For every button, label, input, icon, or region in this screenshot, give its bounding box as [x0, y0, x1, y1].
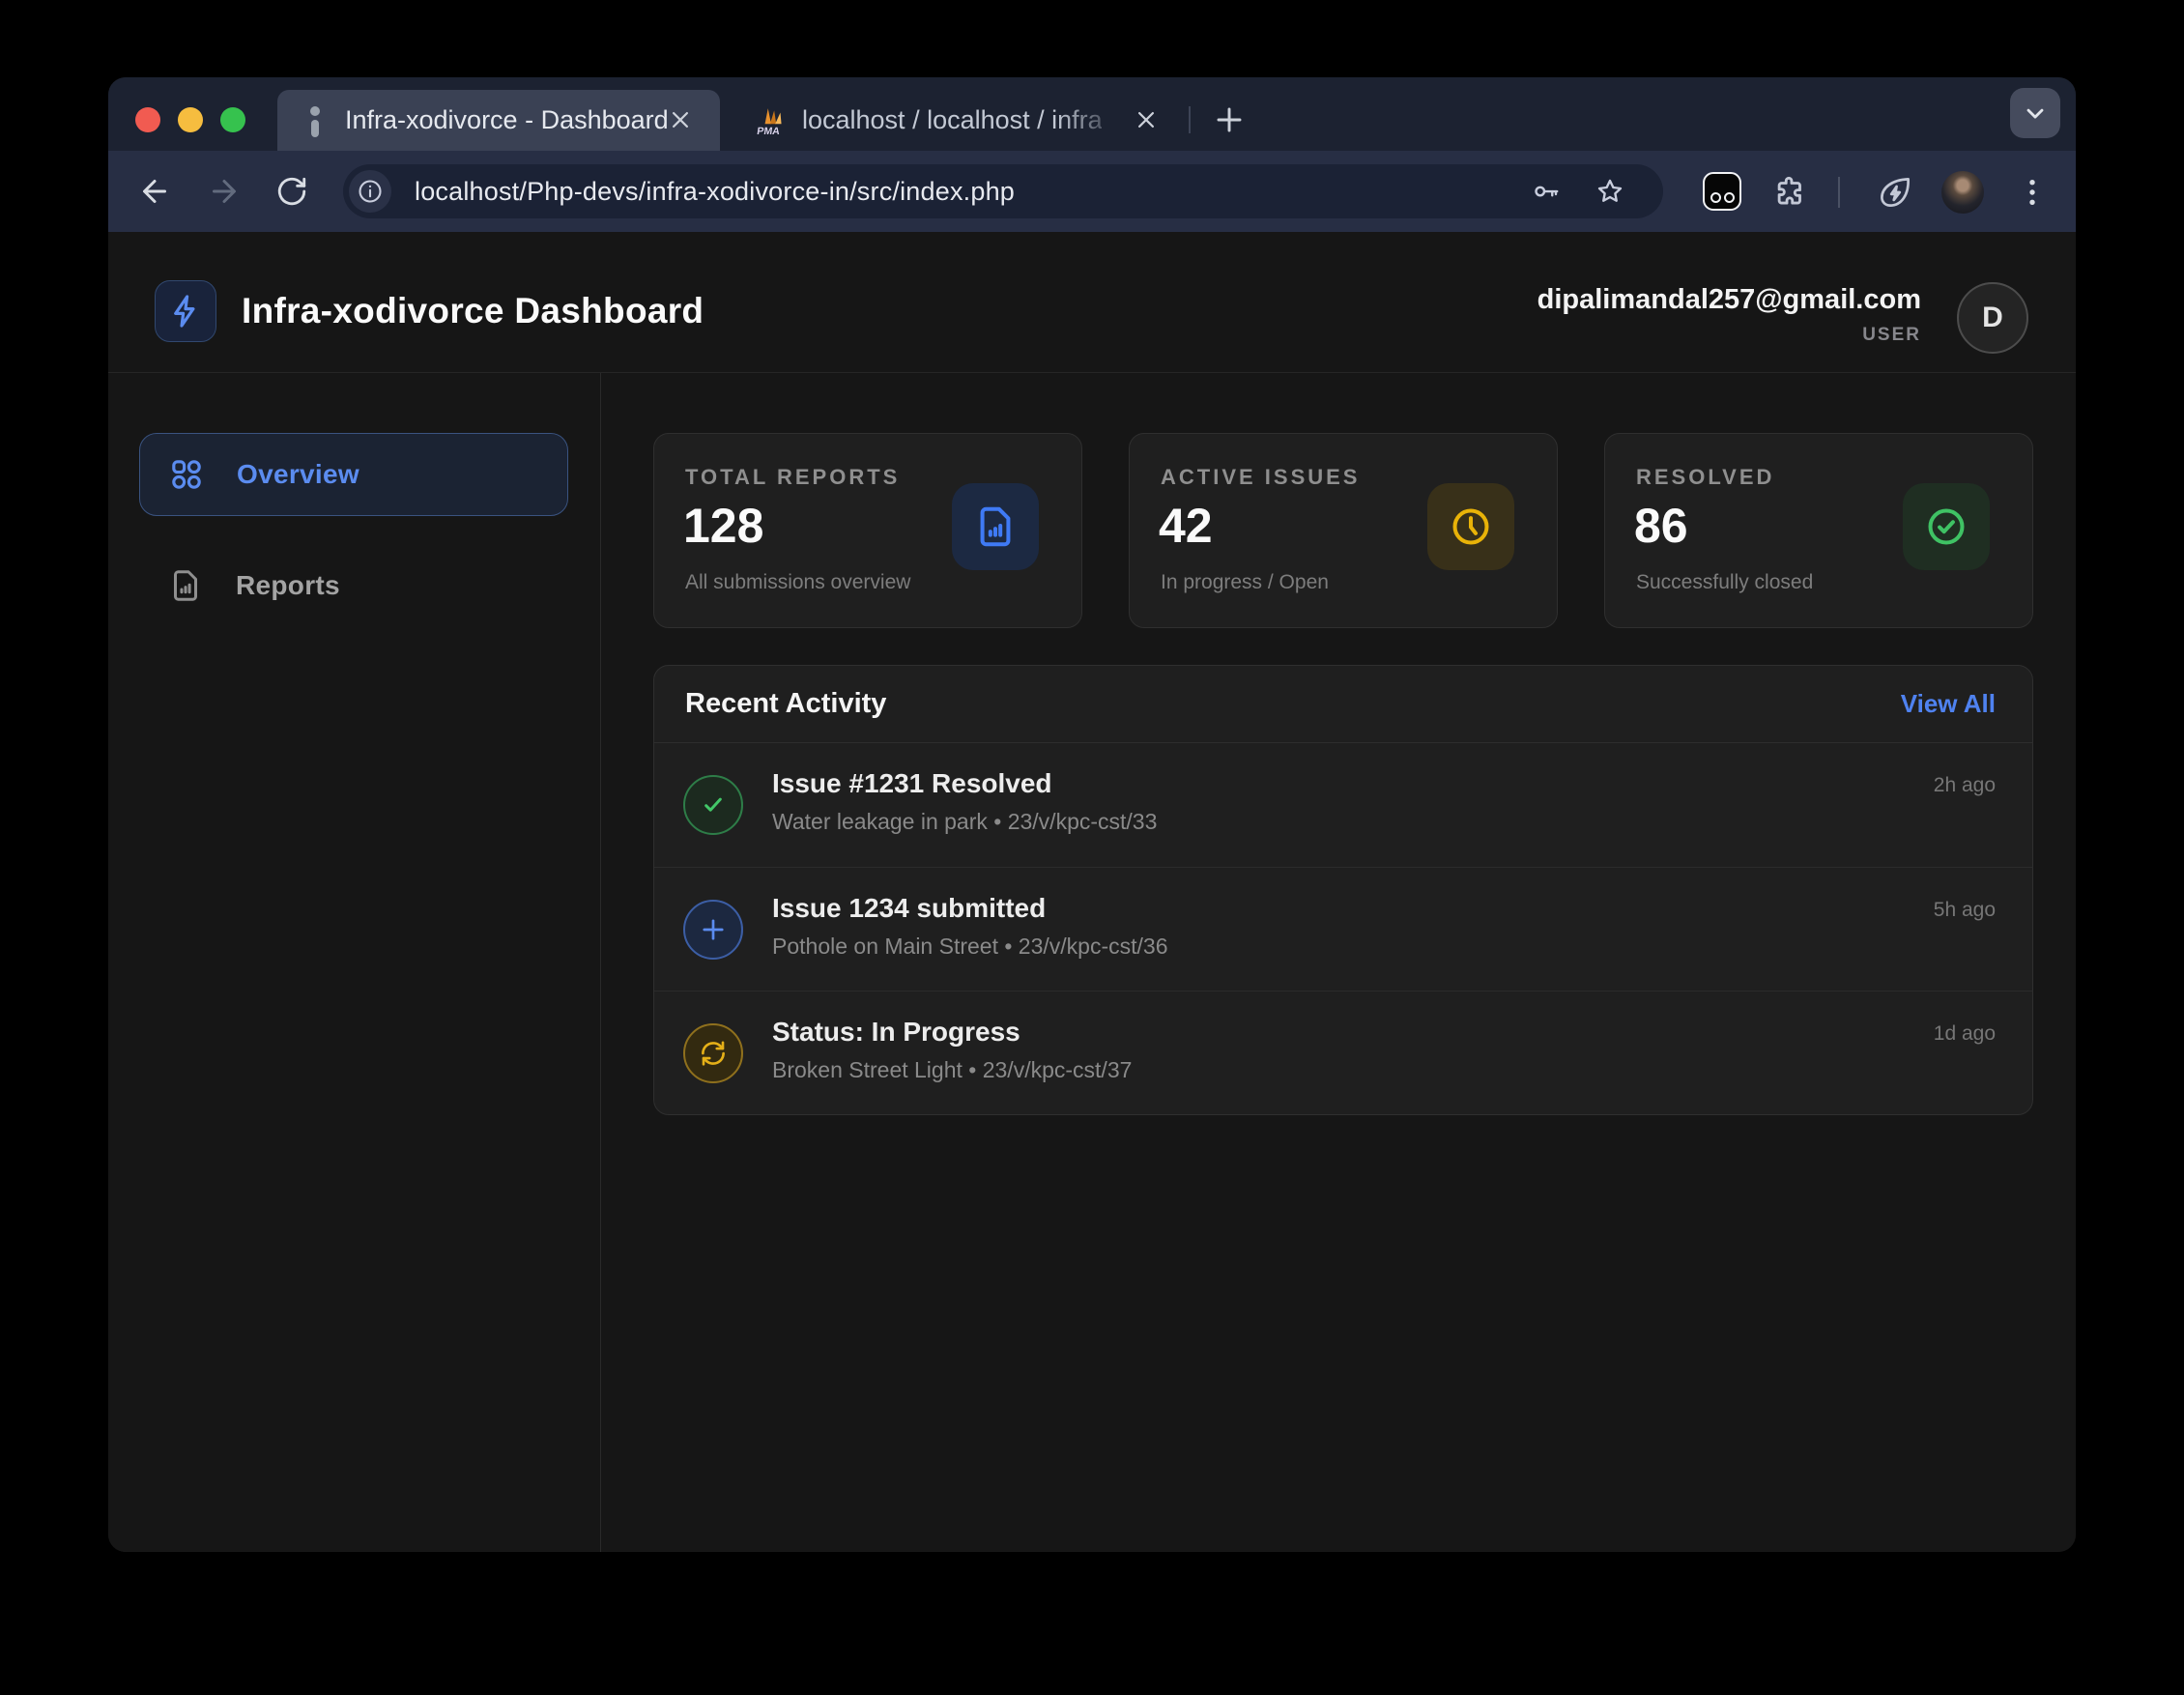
stat-icon-tile	[1903, 483, 1990, 570]
stat-value: 86	[1634, 498, 1688, 554]
sidebar-item-overview[interactable]: Overview	[139, 433, 568, 516]
activity-subtitle: Pothole on Main Street • 23/v/kpc-cst/36	[772, 934, 1168, 960]
file-chart-icon	[168, 568, 203, 603]
traffic-light-close[interactable]	[135, 107, 160, 132]
stat-card-resolved: RESOLVED 86 Successfully closed	[1604, 433, 2033, 628]
activity-timestamp: 1d ago	[1934, 1022, 1996, 1046]
reload-icon	[275, 175, 308, 208]
forward-arrow-icon	[207, 174, 242, 209]
tab-title-fade	[1056, 90, 1124, 151]
sidebar-item-reports[interactable]: Reports	[139, 549, 568, 622]
close-tab-icon[interactable]	[1132, 105, 1161, 134]
stat-label: TOTAL REPORTS	[685, 465, 900, 490]
sidebar-item-label: Reports	[236, 570, 340, 601]
back-arrow-icon	[137, 174, 172, 209]
stat-subtext: Successfully closed	[1636, 571, 1813, 594]
file-chart-icon	[973, 504, 1018, 549]
activity-row[interactable]: Issue 1234 submitted Pothole on Main Str…	[654, 867, 2032, 991]
bookmark-star-icon[interactable]	[1595, 177, 1624, 206]
stat-value: 42	[1159, 498, 1213, 554]
sidebar: Overview Reports	[108, 373, 601, 1552]
url-text: localhost/Php-devs/infra-xodivorce-in/sr…	[415, 177, 1015, 207]
sidebar-item-label: Overview	[237, 459, 359, 490]
address-bar[interactable]: localhost/Php-devs/infra-xodivorce-in/sr…	[343, 164, 1663, 218]
grid-icon	[169, 457, 204, 492]
performance-leaf-icon[interactable]	[1877, 174, 1913, 211]
activity-title: Issue 1234 submitted	[772, 893, 1046, 924]
menu-kebab-icon[interactable]	[2014, 174, 2051, 211]
toolbar-separator	[1838, 177, 1840, 208]
phpmyadmin-icon: PMA	[756, 104, 789, 137]
page-title: Infra-xodivorce Dashboard	[242, 280, 704, 342]
tab-search-button[interactable]	[2010, 88, 2060, 138]
profile-avatar[interactable]	[1941, 171, 1984, 214]
main-panel: TOTAL REPORTS 128 All submissions overvi…	[601, 373, 2076, 1552]
browser-window: Infra-xodivorce - Dashboard PMA localhos…	[108, 77, 2076, 1552]
chevron-down-icon	[2022, 100, 2049, 127]
reload-button[interactable]	[269, 168, 315, 215]
tab-dashboard[interactable]: Infra-xodivorce - Dashboard	[277, 90, 720, 151]
recent-activity-header: Recent Activity View All	[654, 666, 2032, 743]
password-key-icon[interactable]	[1532, 177, 1561, 206]
clock-icon	[1449, 504, 1493, 549]
extensions-puzzle-icon[interactable]	[1772, 174, 1809, 211]
avatar[interactable]: D	[1957, 282, 2028, 354]
plus-icon	[697, 913, 730, 946]
stat-subtext: In progress / Open	[1161, 571, 1329, 594]
stat-value: 128	[683, 498, 763, 554]
close-tab-icon[interactable]	[666, 105, 695, 134]
tab-title: Infra-xodivorce - Dashboard	[345, 105, 669, 135]
activity-timestamp: 2h ago	[1934, 774, 1996, 797]
extension-pinned-icon[interactable]	[1703, 172, 1741, 211]
check-circle-icon	[1924, 504, 1968, 549]
app-logo	[155, 280, 216, 342]
activity-row[interactable]: Issue #1231 Resolved Water leakage in pa…	[654, 743, 2032, 867]
info-icon	[357, 178, 384, 205]
refresh-icon	[699, 1039, 728, 1068]
check-icon	[698, 790, 729, 820]
activity-row[interactable]: Status: In Progress Broken Street Light …	[654, 991, 2032, 1114]
activity-subtitle: Broken Street Light • 23/v/kpc-cst/37	[772, 1057, 1132, 1083]
stat-card-total-reports: TOTAL REPORTS 128 All submissions overvi…	[653, 433, 1082, 628]
new-tab-icon[interactable]	[1208, 99, 1250, 141]
recent-activity-card: Recent Activity View All Issue #1231 Res…	[653, 665, 2033, 1115]
activity-status-icon	[683, 775, 743, 835]
view-all-link[interactable]: View All	[1901, 689, 1996, 719]
stat-label: ACTIVE ISSUES	[1161, 465, 1360, 490]
stat-card-active-issues: ACTIVE ISSUES 42 In progress / Open	[1129, 433, 1558, 628]
traffic-light-minimize[interactable]	[178, 107, 203, 132]
activity-title: Issue #1231 Resolved	[772, 768, 1052, 799]
screen: Infra-xodivorce - Dashboard PMA localhos…	[0, 0, 2184, 1695]
traffic-light-zoom[interactable]	[220, 107, 245, 132]
activity-status-icon	[683, 1023, 743, 1083]
activity-status-icon	[683, 900, 743, 960]
stat-label: RESOLVED	[1636, 465, 1774, 490]
back-button[interactable]	[131, 168, 178, 215]
forward-button[interactable]	[201, 168, 247, 215]
activity-timestamp: 5h ago	[1934, 899, 1996, 922]
avatar-initial: D	[1982, 302, 2003, 334]
activity-subtitle: Water leakage in park • 23/v/kpc-cst/33	[772, 809, 1157, 835]
stat-icon-tile	[1427, 483, 1514, 570]
lightning-icon	[167, 293, 204, 330]
info-letter-icon	[299, 104, 331, 137]
stat-icon-tile	[952, 483, 1039, 570]
activity-title: Status: In Progress	[772, 1017, 1020, 1048]
tab-separator	[1189, 106, 1191, 133]
site-info-button[interactable]	[349, 170, 391, 213]
page-content: Infra-xodivorce Dashboard dipalimandal25…	[108, 232, 2076, 1552]
app-header: Infra-xodivorce Dashboard dipalimandal25…	[108, 232, 2076, 373]
user-email: dipalimandal257@gmail.com	[1537, 284, 1921, 316]
tab-phpmyadmin[interactable]: PMA localhost / localhost / infra-xo	[734, 90, 1174, 151]
user-role-badge: USER	[1862, 325, 1921, 346]
svg-text:PMA: PMA	[756, 125, 781, 136]
stat-subtext: All submissions overview	[685, 571, 910, 594]
recent-activity-title: Recent Activity	[685, 688, 886, 720]
tab-strip: Infra-xodivorce - Dashboard PMA localhos…	[108, 77, 2076, 151]
